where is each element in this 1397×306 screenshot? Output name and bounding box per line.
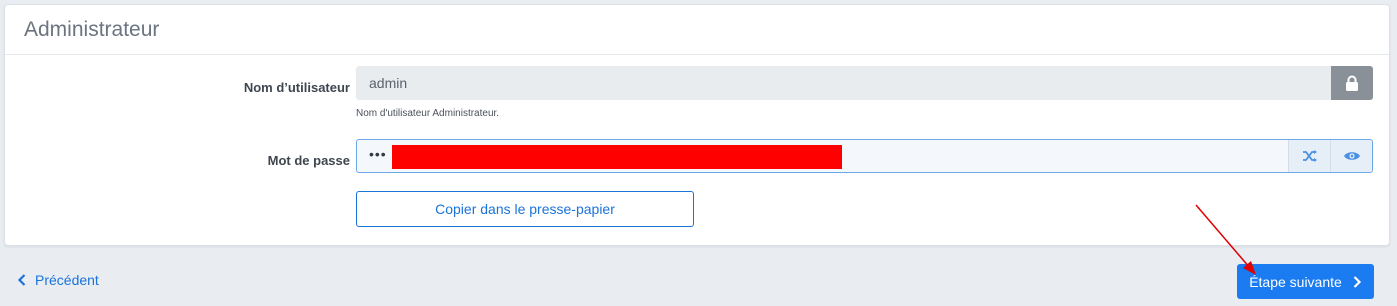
- eye-icon[interactable]: [1330, 140, 1372, 172]
- copy-to-clipboard-button[interactable]: Copier dans le presse-papier: [356, 191, 694, 227]
- username-value: admin: [369, 75, 408, 91]
- redaction-bar: [392, 145, 842, 169]
- username-help-text: Nom d'utilisateur Administrateur.: [356, 108, 500, 119]
- password-value: •••: [369, 146, 387, 162]
- username-label: Nom d’utilisateur: [243, 80, 350, 95]
- shuffle-icon[interactable]: [1288, 140, 1330, 172]
- lock-icon: [1331, 66, 1373, 100]
- password-field[interactable]: •••: [356, 139, 1373, 173]
- next-step-label: Étape suivante: [1249, 273, 1342, 290]
- username-field[interactable]: admin: [356, 66, 1373, 100]
- admin-card: Administrateur: [4, 4, 1390, 246]
- card-title: Administrateur: [24, 18, 160, 41]
- password-label: Mot de passe: [267, 153, 350, 168]
- previous-link[interactable]: Précédent: [17, 272, 99, 288]
- card-header: Administrateur: [5, 5, 1389, 55]
- chevron-left-icon: [17, 274, 26, 286]
- previous-label: Précédent: [35, 272, 99, 288]
- chevron-right-icon: [1353, 275, 1361, 288]
- next-step-button[interactable]: Étape suivante: [1237, 264, 1374, 299]
